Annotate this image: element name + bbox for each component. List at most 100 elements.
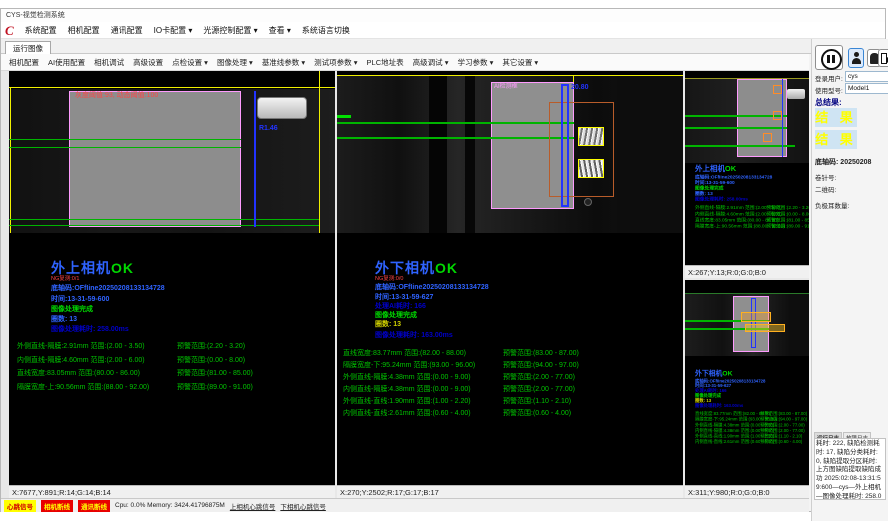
camera-view-outer-bottom[interactable]: AI检测框 20.80 外下相机OK NG复测:0/0 底轴码:OFfIine2… <box>337 71 683 498</box>
comm-offline-indicator: 通讯断线 <box>78 500 110 512</box>
camera-offline-indicator: 相机断线 <box>41 500 73 512</box>
measurement-row: 内侧直线-隔膜:4.60mm 范围:(2.00 - 6.00) 预警范围:(0.0… <box>17 355 335 367</box>
ai-time-line: 处理AI耗时: 166 <box>375 303 426 311</box>
machine-dark-bar <box>465 75 475 233</box>
bottom-camera-heartbeat-link[interactable]: 下相机心跳信号 <box>280 501 326 511</box>
menu-system-config[interactable]: 系统配置 <box>25 25 57 36</box>
measurement-row: 内侧直线-直线:2.61mm 范围:(0.60 - 4.00)预警范围:(0.6… <box>343 408 683 420</box>
thumbnail-view-outer-top[interactable]: 外上相机OK 底轴码:OFfIine20250208133134728 时间:1… <box>685 71 809 278</box>
control-panel: 登录用户: cys 使用型号: Model1 总结果: 结 果 结 果 底轴码:… <box>811 39 888 521</box>
orange-marker-box <box>773 85 782 94</box>
model-value[interactable]: Model1 <box>845 83 888 94</box>
machine-dark-bar <box>429 75 447 233</box>
top-camera-heartbeat-link[interactable]: 上相机心跳信号 <box>230 501 276 511</box>
tool-plc-address[interactable]: PLC地址表 <box>367 57 404 68</box>
bolt-feature <box>584 198 592 206</box>
green-measure-line <box>337 122 574 124</box>
orange-highlight-box <box>741 312 771 322</box>
done-line: 图像处理完成 <box>375 312 417 320</box>
axis-code-value: 20250208 <box>840 159 871 166</box>
turns-line: 圈数: 13 <box>375 321 401 329</box>
blue-measure-line <box>782 79 783 157</box>
measurement-row: 外侧直线-直线:1.90mm 范围:(1.00 - 2.20)预警范围:(1.1… <box>343 396 683 408</box>
measurement-value: 隔膜宽度-下:95.24mm 范围:(93.00 - 96.00) <box>343 362 475 369</box>
elapsed-line: 图像处理耗时: 163.00ms <box>375 332 453 340</box>
measurement-row: 内侧直线-隔膜:4.38mm 范围:(0.00 - 9.00)预警范围:(2.0… <box>343 384 683 396</box>
blue-measure-line <box>254 91 256 227</box>
tool-test-params[interactable]: 测试项参数 ▾ <box>314 57 357 68</box>
result-ok-label: OK <box>111 260 134 276</box>
blue-roi-box <box>561 84 569 207</box>
blue-measure-label: 20.80 <box>571 84 589 92</box>
done-line: 图像处理完成 <box>51 306 93 314</box>
yellow-guide-line-top <box>9 87 335 88</box>
time-line: 时间:13-31-59-600 <box>51 296 109 304</box>
measurement-row: 直线宽度:83.05mm 范围:(80.00 - 86.00)预警范围:(81.… <box>17 368 335 380</box>
log-output[interactable]: 耗时: 222, 缺陷检测耗时: 17, 缺陷分类耗时: 0, 缺陷提取分区耗时… <box>814 438 886 500</box>
orange-marker-box <box>763 133 772 142</box>
user-icon <box>849 49 863 67</box>
window-title: CYS-视觉检测系统 <box>6 12 65 19</box>
user-mode-button[interactable] <box>848 48 864 68</box>
green-measure-line <box>9 225 319 226</box>
green-measure-line <box>9 147 241 148</box>
measurement-row: 隔膜宽度-上:90.56mm 范围:(88.00 - 92.00)预警范围:(8… <box>17 382 335 394</box>
tool-advanced-debug[interactable]: 高级调试 ▾ <box>413 57 449 68</box>
tool-advanced-settings[interactable]: 高级设置 <box>133 57 163 68</box>
orange-roi-box <box>549 102 614 197</box>
measurement-row: 直线宽度:83.77mm 范围:(82.00 - 88.00)预警范围:(83.… <box>343 348 683 360</box>
ng-note-label: NG复测:0/1 <box>51 276 79 282</box>
yellow-guide-line-top <box>337 75 683 76</box>
measurement-value: 内侧直线-隔膜:4.60mm 范围:(2.00 - 6.00) <box>17 357 145 364</box>
measurement-value: 内侧直线-隔膜:4.38mm 范围:(0.00 - 9.00) <box>343 386 471 393</box>
measurement-value: 外侧直线-隔膜:2.91mm 范围:(2.00 - 3.50) <box>17 343 145 350</box>
status-bar: 心跳信号 相机断线 通讯断线 Cpu: 0.0% Memory: 3424.41… <box>1 498 809 512</box>
green-measure-line <box>685 145 795 147</box>
axis-code-caption: 底轴码: <box>815 159 838 166</box>
pin-number-label: 卷针号: <box>815 172 836 182</box>
warn-range: 预警范围:(0.00 - 8.00) <box>177 355 245 365</box>
warn-range: 预警范围:(0.60 - 4.00) <box>760 439 802 445</box>
login-user-value[interactable]: cys <box>845 71 888 82</box>
green-measure-line <box>337 137 574 139</box>
green-edge-marker <box>337 115 351 118</box>
tool-ai-config[interactable]: AI使用配置 <box>48 57 85 68</box>
thumbnail-view-outer-bottom[interactable]: 外下相机OK 底轴码:OFfIine20250208133134728 时间:1… <box>685 280 809 498</box>
coordinate-readout: X:270;Y:2502;R:17;G:17;B:17 <box>337 485 683 498</box>
menu-view[interactable]: 查看 ▾ <box>269 25 291 36</box>
menu-language[interactable]: 系统语言切换 <box>302 25 350 36</box>
app-logo-icon: C <box>5 24 14 37</box>
turns-line: 圈数: 13 <box>51 316 77 324</box>
tool-spotcheck-settings[interactable]: 点检设置 ▾ <box>172 57 208 68</box>
green-measure-line <box>685 127 787 129</box>
tool-learn-params[interactable]: 学习参数 ▾ <box>457 57 493 68</box>
measurement-row: 隔膜宽度-上:90.56mm 范围:(88.00 - 92.00)预警范围:(8… <box>695 223 809 229</box>
elapsed-line: 图像处理耗时: 163.00ms <box>695 403 809 408</box>
app-window: CYS-视觉检测系统 C 系统配置 相机配置 通讯配置 IO卡配置 ▾ 光源控制… <box>0 8 886 512</box>
menu-io-config[interactable]: IO卡配置 ▾ <box>154 25 193 36</box>
warn-range: 预警范围:(89.00 - 91.00) <box>766 223 809 230</box>
ai-roi-label: AI检测框 <box>494 84 518 91</box>
green-guide-line-top <box>685 293 809 294</box>
green-measure-line <box>9 219 319 220</box>
machine-dark-zone <box>617 75 683 233</box>
exit-button[interactable] <box>878 49 888 67</box>
measurement-value: 外侧直线-直线:1.90mm 范围:(1.00 - 2.20) <box>343 398 471 405</box>
cpu-memory-readout: Cpu: 0.0% Memory: 3424.41796875M <box>115 502 225 509</box>
warn-range: 预警范围:(0.60 - 4.00) <box>503 408 571 418</box>
menu-camera-config[interactable]: 相机配置 <box>68 25 100 36</box>
coordinate-readout: X:311;Y:980;R:0;G:0;B:0 <box>685 485 809 498</box>
coordinate-readout: X:267;Y:13;R:0;G:0;B:0 <box>685 265 809 278</box>
tool-baseline-params[interactable]: 基准线参数 ▾ <box>262 57 305 68</box>
tab-run-image[interactable]: 运行图像 <box>5 41 51 55</box>
menu-light-config[interactable]: 光源控制配置 ▾ <box>203 25 257 36</box>
tab-strip: 运行图像 <box>1 39 811 54</box>
pause-button[interactable] <box>815 45 843 70</box>
menu-comm-config[interactable]: 通讯配置 <box>111 25 143 36</box>
measurement-row: 外侧直线-隔膜:2.91mm 范围:(2.00 - 3.50)预警范围:(2.2… <box>17 341 335 353</box>
tool-camera-debug[interactable]: 相机调试 <box>94 57 124 68</box>
camera-view-outer-top[interactable]: 灰度阈值:93, 动态阈值:100 R1.46 外上相机OK NG复测:0/1 … <box>9 71 335 498</box>
tool-other-settings[interactable]: 其它设置 ▾ <box>502 57 538 68</box>
tool-image-process[interactable]: 图像处理 ▾ <box>217 57 253 68</box>
tool-camera-config[interactable]: 相机配置 <box>9 57 39 68</box>
